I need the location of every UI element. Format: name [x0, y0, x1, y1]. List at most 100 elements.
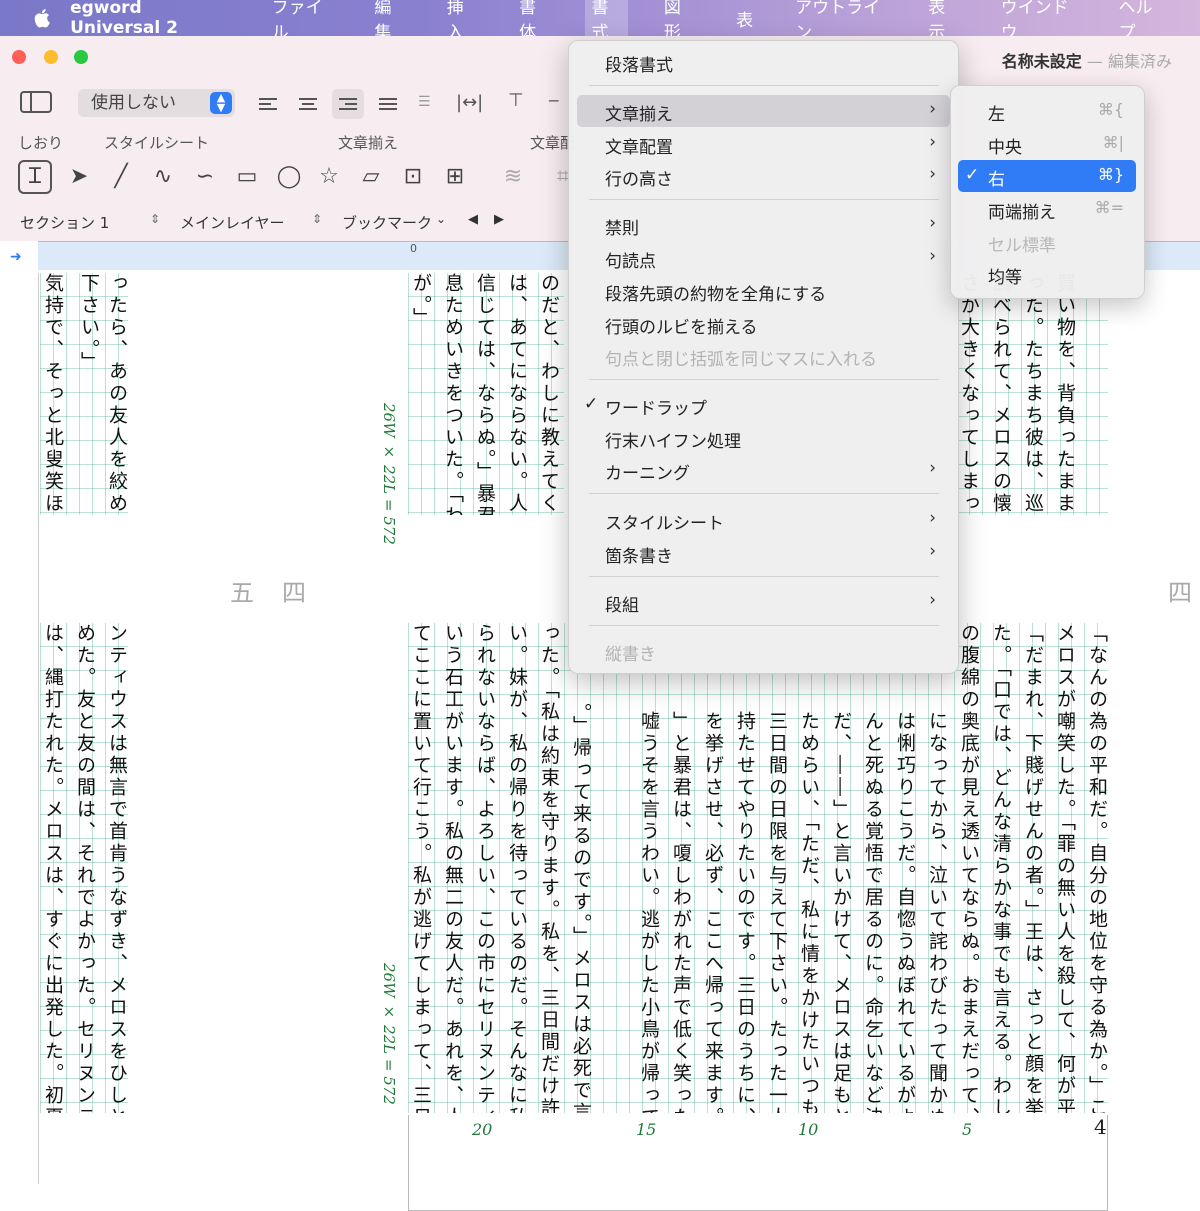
text-column[interactable]: 信じては、ならぬ。」暴君は落: [472, 273, 498, 515]
text-column[interactable]: ためらい、「ただ、私に情をかけたいつもりなら、: [796, 711, 822, 1113]
app-name-menu[interactable]: egword Universal 2: [70, 0, 236, 38]
menu-item-text-position[interactable]: 文章配置 ›: [577, 128, 950, 160]
textbox-tool-icon[interactable]: ⊡: [396, 160, 430, 194]
section-select[interactable]: セクション 1: [20, 212, 109, 233]
menu-item-paragraph-format[interactable]: 段落書式: [577, 46, 950, 78]
text-column[interactable]: 嘘うそを言うわい。逃がした小鳥が帰って来る: [636, 711, 662, 1113]
align-left-button[interactable]: [252, 89, 284, 119]
polygon-tool-icon[interactable]: ▱: [354, 160, 388, 194]
text-column[interactable]: た。「口では、どんな清らかな事でも言える。わしには、人: [988, 623, 1014, 1113]
text-column[interactable]: は、あてにならない。人間は、: [504, 273, 530, 515]
text-column[interactable]: 下さい。」: [76, 273, 102, 515]
star-tool-icon[interactable]: ☆: [312, 160, 346, 194]
menu-item-align-ruby[interactable]: 行頭のルビを揃える: [577, 308, 950, 340]
menu-item-stylesheet[interactable]: スタイルシート ›: [577, 504, 950, 536]
text-column[interactable]: 「だまれ、下賤げせんの者。」王は、さっと顔を挙げて報い: [1020, 623, 1046, 1113]
menu-item-punctuation[interactable]: 句読点 ›: [577, 242, 950, 274]
sidebar-toggle-icon[interactable]: [20, 91, 52, 113]
menu-item-bullets[interactable]: 箇条書き ›: [577, 537, 950, 569]
rectangle-tool-icon[interactable]: ▭: [230, 160, 264, 194]
menu-item-kinsoku[interactable]: 禁則 ›: [577, 209, 950, 241]
text-column[interactable]: い。妹が、私の帰りを待っているのだ。そんなに私を信じ: [504, 623, 530, 1113]
text-column[interactable]: 」と暴君は、嗄しわがれた声で低く笑った。「と: [668, 711, 694, 1113]
menu-item-fullwidth-leading-punct[interactable]: 段落先頭の約物を全角にする: [577, 275, 950, 307]
text-column[interactable]: ンティウスは無言で首肯うなずき、メロスをひしと抱きし: [104, 623, 130, 1113]
bookmark-select[interactable]: ブックマーク: [342, 212, 432, 233]
text-column[interactable]: 持たせてやりたいのです。三日のうちに、私は: [732, 711, 758, 1113]
text-column[interactable]: のだと、わしに教えてくれた: [536, 273, 562, 515]
text-cursor-tool-icon[interactable]: Ɪ: [18, 160, 52, 194]
bezier-tool-icon[interactable]: ∽: [188, 160, 222, 194]
text-column[interactable]: られないならば、よろしい、この市にセリヌンティウスと: [472, 623, 498, 1113]
next-bookmark-icon[interactable]: ▶: [494, 212, 504, 227]
text-column[interactable]: の腹綿の奥底が見え透いてならぬ。おまえだって、いまに、: [956, 623, 982, 1113]
text-column[interactable]: 気持で、そっと北叟笑ほくそ: [40, 273, 66, 515]
prev-bookmark-icon[interactable]: ◀: [468, 212, 478, 227]
text-column[interactable]: 調べられて、メロスの懐中: [988, 273, 1014, 515]
align-justify-item[interactable]: 両端揃え ⌘=: [958, 193, 1136, 225]
grid-size-label: 26W × 22L = 572: [380, 403, 398, 545]
text-column[interactable]: が。」: [408, 273, 434, 515]
text-column[interactable]: は悧巧りこうだ。自惚うぬぼれているがよい。: [892, 711, 918, 1113]
menu-table[interactable]: 表: [730, 2, 759, 35]
chevron-right-icon: ›: [929, 99, 936, 119]
chevron-right-icon: ›: [929, 164, 936, 184]
menu-item-line-height[interactable]: 行の高さ ›: [577, 160, 950, 192]
distribute-icon[interactable]: ☰: [418, 94, 431, 110]
indent-arrow-icon[interactable]: ➜: [10, 249, 22, 265]
menu-separator: [589, 199, 939, 200]
menu-item-hyphenation[interactable]: 行末ハイフン処理: [577, 422, 950, 454]
text-column[interactable]: んと死ぬる覚悟で居るのに。命乞いなど決して: [860, 711, 886, 1113]
close-window-button[interactable]: [12, 50, 26, 64]
valign-top-icon[interactable]: ⊤: [508, 90, 524, 111]
line-tool-icon[interactable]: ╱: [104, 160, 138, 194]
text-column[interactable]: メロスが嘲笑した。「罪の無い人を殺して、何が平和だ。」: [1052, 623, 1078, 1113]
text-column[interactable]: 買い物を、背負ったまま: [1052, 273, 1078, 515]
text-column[interactable]: になってから、泣いて詫わびたって聞かぬぞ。」: [924, 711, 950, 1113]
text-column[interactable]: ったら、あの友人を絞め殺し: [104, 273, 130, 515]
text-column[interactable]: った。「私は約束を守ります。私を、三日間だけ許して下さ: [536, 623, 562, 1113]
text-column[interactable]: 。」帰って来るのです。」メロスは必死で言い張: [568, 703, 594, 1113]
menu-item-kerning[interactable]: カーニング ›: [577, 454, 950, 486]
chevron-down-icon[interactable]: ⌄: [436, 212, 446, 226]
text-column[interactable]: は、縄打たれた。メロスは、すぐに出発した。初夏、満天: [40, 623, 66, 1113]
stylesheet-select[interactable]: 使用しない ▲ ▼: [78, 89, 235, 117]
text-column[interactable]: を挙げさせ、必ず、ここへ帰って来ます。」: [700, 711, 726, 1113]
arrow-tool-icon[interactable]: ➤: [62, 160, 96, 194]
align-right-item[interactable]: ✓ 右 ⌘}: [958, 160, 1136, 192]
polyline-tool-icon[interactable]: ∿: [146, 160, 180, 194]
fit-width-icon[interactable]: |↔|: [456, 92, 483, 113]
window-title: 名称未設定 — 編集済み: [1001, 52, 1172, 71]
align-left-item[interactable]: 左 ⌘{: [958, 95, 1136, 127]
chevron-right-icon: ›: [929, 246, 936, 266]
menu-item-text-align[interactable]: 文章揃え ›: [577, 95, 950, 127]
ruby-tool-icon[interactable]: ≋: [496, 160, 530, 194]
menu-item-columns[interactable]: 段組 ›: [577, 586, 950, 618]
text-column[interactable]: てここに置いて行こう。私が逃げてしまって、三日目の日: [408, 623, 434, 1113]
text-column[interactable]: だ、――」と言いかけて、メロスは足もとに視線: [828, 711, 854, 1113]
align-center-button[interactable]: [292, 89, 324, 119]
valign-middle-icon[interactable]: ‒: [548, 90, 559, 111]
align-justify-button[interactable]: [372, 89, 404, 119]
checkmark-icon: ✓: [965, 165, 980, 185]
section-stepper-icon[interactable]: ⇕: [150, 212, 160, 226]
align-right-button[interactable]: [332, 89, 364, 119]
ellipse-tool-icon[interactable]: ◯: [272, 160, 306, 194]
minimize-window-button[interactable]: [44, 50, 58, 64]
menu-item-word-wrap[interactable]: ✓ ワードラップ: [577, 389, 950, 421]
text-column[interactable]: さが大きくなってしまった。: [956, 273, 982, 515]
align-center-item[interactable]: 中央 ⌘|: [958, 128, 1136, 160]
zoom-window-button[interactable]: [74, 50, 88, 64]
text-column[interactable]: った。たちまち彼は、巡邏: [1020, 273, 1046, 515]
text-column[interactable]: 三日間の日限を与えて下さい。たった一人の妹: [764, 711, 790, 1113]
layer-select[interactable]: メインレイヤー: [180, 212, 285, 233]
table-tool-icon[interactable]: ⊞: [438, 160, 472, 194]
text-column[interactable]: 息ためいきをついた。「わしだ: [440, 273, 466, 515]
vertical-ruler[interactable]: [0, 273, 39, 1184]
text-column[interactable]: めた。友と友の間は、それでよかった。セリヌンティウス: [72, 623, 98, 1113]
apple-icon[interactable]: [34, 8, 50, 28]
align-distribute-item[interactable]: 均等: [958, 258, 1136, 290]
layer-stepper-icon[interactable]: ⇕: [312, 212, 322, 226]
text-column[interactable]: いう石工がいます。私の無二の友人だ。あれを、人質とし: [440, 623, 466, 1113]
text-column[interactable]: 「なんの為の平和だ。自分の地位を守る為か。」こんどは: [1084, 623, 1110, 1113]
